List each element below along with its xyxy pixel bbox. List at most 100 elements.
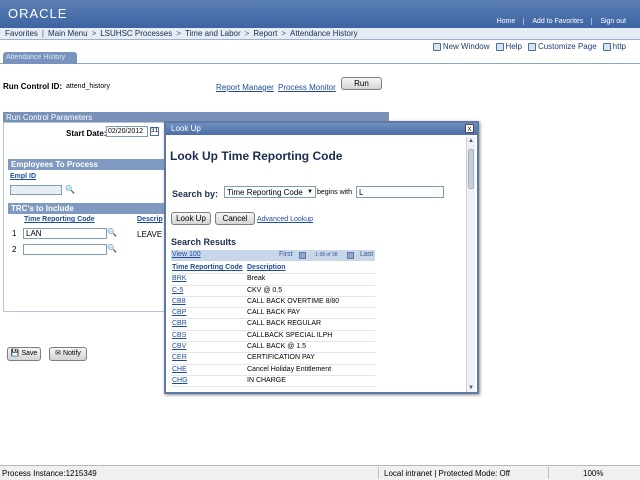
search-icon[interactable]: 🔍	[107, 244, 117, 253]
start-date-input[interactable]: 02/20/2012	[106, 126, 148, 137]
breadcrumb: Favorites | Main Menu > LSUHSC Processes > …	[0, 28, 640, 40]
result-code-link[interactable]: BRK	[172, 275, 245, 282]
lookup-button[interactable]: Look Up	[171, 212, 211, 225]
table-row[interactable]: CBV CALL BACK @ 1.5	[171, 342, 375, 354]
app-header: ORACLE Home Add to Favorites Sign out	[0, 0, 640, 28]
dialog-title-text: Look Up	[171, 124, 201, 133]
scroll-down-icon[interactable]: ▼	[467, 384, 475, 392]
results-count: 1-98 of 98	[315, 252, 338, 258]
oracle-logo: ORACLE	[8, 6, 68, 21]
http-link[interactable]: http	[602, 42, 626, 51]
result-code-link[interactable]: CBP	[172, 309, 245, 316]
results-header-row: Time Reporting Code Description	[171, 263, 375, 275]
table-row[interactable]: C-5 CKV @ 0.5	[171, 286, 375, 297]
result-code-link[interactable]: CB8	[172, 298, 245, 305]
nav-time-and-labor[interactable]: Time and Labor	[182, 29, 244, 38]
nav-separator: >	[176, 29, 181, 38]
help-link[interactable]: Help	[495, 42, 522, 51]
report-manager-link[interactable]: Report Manager	[216, 83, 274, 92]
start-date-label: Start Date:	[66, 129, 107, 138]
result-code-link[interactable]: CHE	[172, 366, 245, 373]
table-row[interactable]: CB8 CALL BACK OVERTIME 8/80	[171, 297, 375, 309]
run-control-label: Run Control ID:	[3, 82, 63, 91]
employees-to-process-header: Employees To Process	[8, 159, 168, 170]
header-links: Home Add to Favorites Sign out	[489, 18, 634, 25]
search-value-input[interactable]: L	[356, 186, 444, 198]
scroll-up-icon[interactable]: ▲	[467, 137, 475, 145]
nav-report[interactable]: Report	[250, 29, 280, 38]
run-button[interactable]: Run	[341, 77, 382, 90]
nav-separator: >	[281, 29, 287, 38]
tab-attendance-history[interactable]: Attendance History	[3, 52, 77, 64]
http-label: http	[612, 42, 626, 51]
cancel-button[interactable]: Cancel	[215, 212, 255, 225]
table-row[interactable]: CBR CALL BACK REGULAR	[171, 319, 375, 331]
save-button[interactable]: 💾 Save	[7, 347, 41, 361]
description-column-header[interactable]: Description	[247, 264, 286, 271]
security-zone[interactable]: Local intranet | Protected Mode: Off	[384, 469, 510, 478]
scrollbar-thumb[interactable]	[468, 149, 474, 189]
customize-label: Customize Page	[537, 42, 597, 51]
empl-id-column-header[interactable]: Empl ID	[10, 173, 36, 180]
description-column-header[interactable]: Descrip	[137, 216, 163, 223]
search-by-select[interactable]: Time Reporting Code ▼	[224, 186, 316, 198]
nav-lsuhsc-processes[interactable]: LSUHSC Processes	[97, 29, 175, 38]
help-label: Help	[505, 42, 522, 51]
page-tabs: Attendance History	[0, 52, 640, 64]
results-navigation-bar: View 100 First 1-98 of 98 Last	[171, 250, 375, 261]
result-code-link[interactable]: CER	[172, 354, 245, 361]
next-icon[interactable]	[347, 252, 354, 259]
code-column-header[interactable]: Time Reporting Code	[172, 264, 245, 271]
table-row[interactable]: BRK Break	[171, 274, 375, 286]
calendar-icon[interactable]: 31	[150, 127, 159, 136]
result-code-link[interactable]: CBV	[172, 343, 245, 350]
trc-column-header[interactable]: Time Reporting Code	[24, 216, 95, 223]
table-row[interactable]: CER CERTIFICATION PAY	[171, 353, 375, 365]
trc-input[interactable]: LAN	[23, 228, 107, 239]
browser-status-bar: Process Instance:1215349 Local intranet …	[0, 465, 640, 480]
nav-attendance-history[interactable]: Attendance History	[287, 29, 361, 38]
sign-out-link[interactable]: Sign out	[591, 18, 634, 25]
operator-label: begins with	[317, 189, 353, 196]
view-100-link[interactable]: View 100	[172, 251, 201, 258]
table-row[interactable]: CHE Cancel Holiday Entitlement	[171, 365, 375, 376]
nav-separator: >	[91, 29, 97, 38]
http-icon	[602, 42, 611, 51]
new-window-icon	[432, 42, 441, 51]
advanced-lookup-link[interactable]: Advanced Lookup	[257, 216, 313, 223]
last-link[interactable]: Last	[360, 251, 373, 258]
new-window-link[interactable]: New Window	[432, 42, 490, 51]
result-description: CALL BACK @ 1.5	[247, 343, 306, 351]
search-icon[interactable]: 🔍	[107, 228, 117, 237]
previous-icon[interactable]	[299, 252, 306, 259]
process-monitor-link[interactable]: Process Monitor	[278, 83, 336, 92]
table-row[interactable]: CBS CALLBACK SPECIAL ILPH	[171, 331, 375, 343]
nav-favorites[interactable]: Favorites	[2, 29, 41, 38]
save-label: Save	[21, 350, 38, 357]
dialog-title[interactable]: Look Up x	[166, 123, 477, 135]
table-row[interactable]: CBP CALL BACK PAY	[171, 308, 375, 320]
notify-button[interactable]: ✉ Notify	[49, 347, 87, 361]
help-icon	[495, 42, 504, 51]
customize-page-link[interactable]: Customize Page	[527, 42, 597, 51]
result-description: Break	[247, 275, 266, 283]
dialog-scrollbar[interactable]: ▲ ▼	[466, 137, 475, 392]
chevron-down-icon: ▼	[307, 189, 313, 195]
close-icon[interactable]: x	[465, 124, 474, 133]
nav-main-menu[interactable]: Main Menu	[45, 29, 91, 38]
result-code-link[interactable]: CHG	[172, 377, 245, 384]
result-code-link[interactable]: CBS	[172, 332, 245, 339]
trc-input[interactable]	[23, 244, 107, 255]
result-code-link[interactable]: C-5	[172, 287, 245, 294]
zoom-level[interactable]: 100%	[583, 469, 603, 478]
table-row[interactable]: CHG IN CHARGE	[171, 376, 375, 388]
search-results-title: Search Results	[171, 237, 237, 247]
table-row: 2 🔍	[10, 243, 164, 256]
first-link[interactable]: First	[279, 251, 293, 258]
home-link[interactable]: Home	[489, 18, 524, 25]
status-separator	[548, 467, 549, 479]
empl-id-input[interactable]	[10, 185, 62, 195]
add-to-favorites-link[interactable]: Add to Favorites	[523, 18, 591, 25]
search-icon[interactable]: 🔍	[65, 185, 75, 194]
result-code-link[interactable]: CBR	[172, 320, 245, 327]
